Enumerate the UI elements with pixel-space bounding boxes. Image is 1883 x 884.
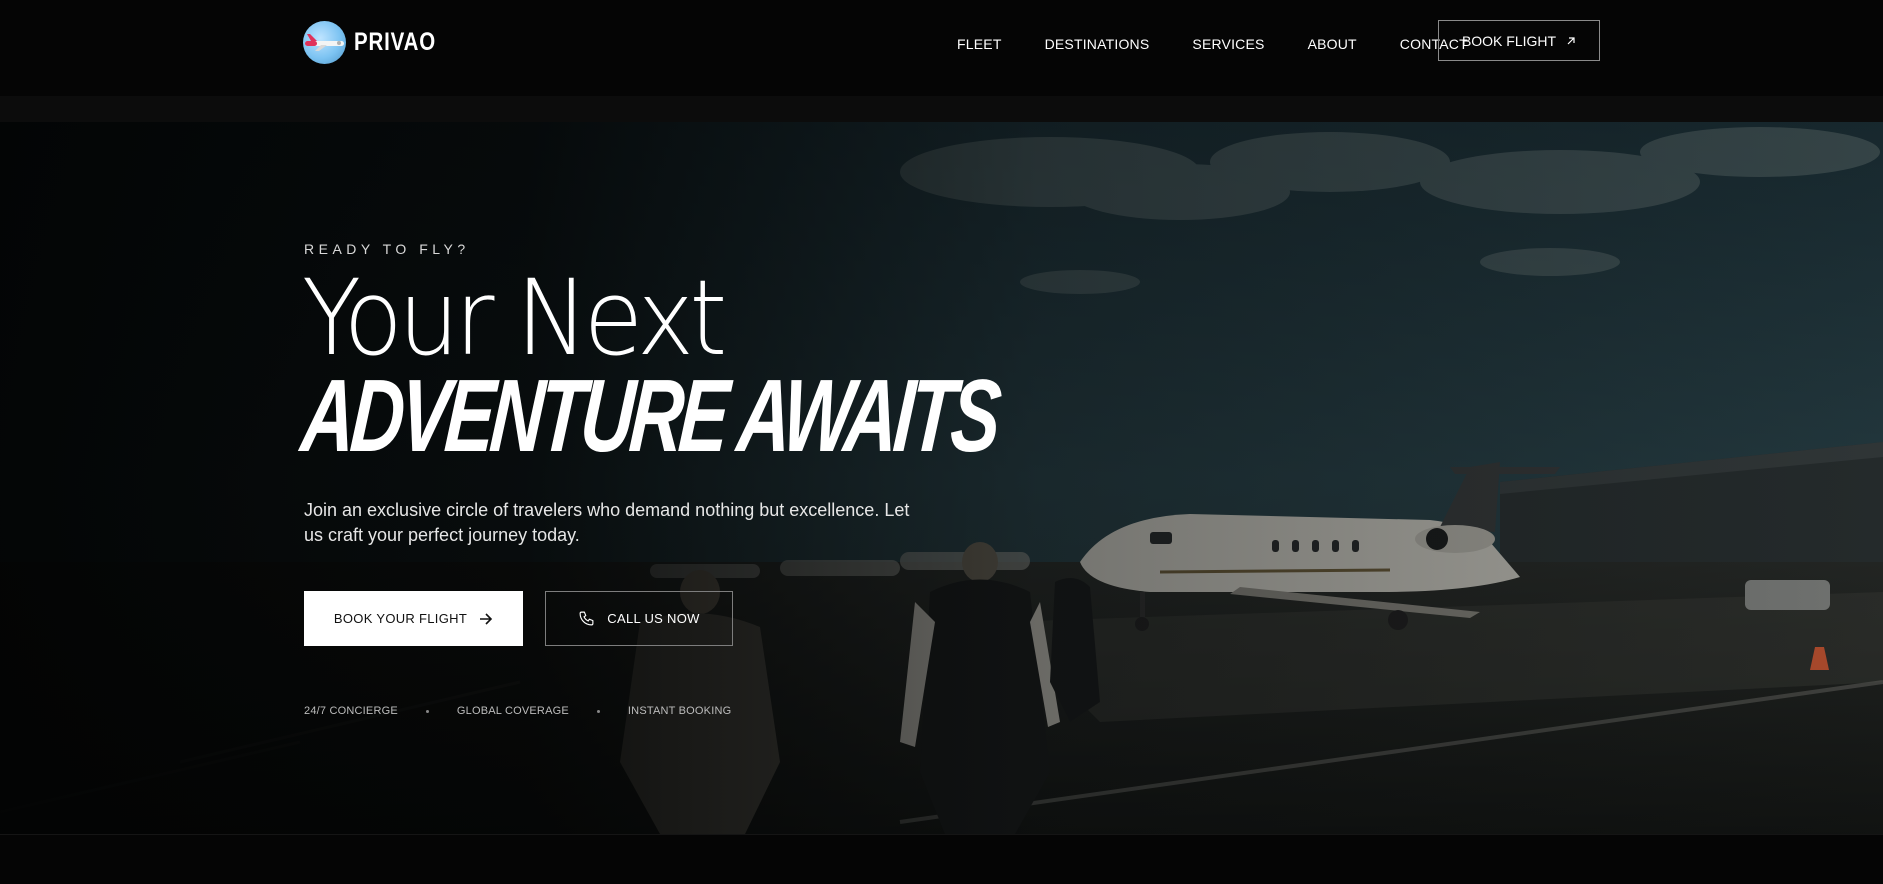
header-divider <box>0 96 1883 122</box>
nav-fleet[interactable]: FLEET <box>957 36 1002 52</box>
site-header: PRIVAO FLEET DESTINATIONS SERVICES ABOUT… <box>0 0 1883 96</box>
feature-instant-booking: INSTANT BOOKING <box>627 705 732 717</box>
main-menu: FLEET DESTINATIONS SERVICES ABOUT CONTAC… <box>957 36 1511 52</box>
feature-global-coverage: GLOBAL COVERAGE <box>456 705 569 717</box>
call-us-now-button[interactable]: CALL US NOW <box>545 591 733 646</box>
arrow-up-right-icon <box>1567 36 1575 44</box>
nav-services[interactable]: SERVICES <box>1192 36 1264 52</box>
book-your-flight-label: BOOK YOUR FLIGHT <box>333 611 468 626</box>
call-us-now-label: CALL US NOW <box>607 611 700 626</box>
phone-icon <box>579 611 594 626</box>
separator-dot <box>425 709 429 713</box>
hero-title-line1: Your Next <box>302 257 727 379</box>
brand-name: PRIVAO <box>354 28 436 56</box>
nav-destinations[interactable]: DESTINATIONS <box>1045 36 1150 52</box>
hero-description: Join an exclusive circle of travelers wh… <box>304 500 910 545</box>
feature-concierge: 24/7 CONCIERGE <box>304 705 398 717</box>
separator-dot <box>596 709 600 713</box>
feature-list: 24/7 CONCIERGE GLOBAL COVERAGE INSTANT B… <box>304 705 731 717</box>
hero-overlay <box>0 122 1883 834</box>
nav-about[interactable]: ABOUT <box>1308 36 1357 52</box>
jet-logo-icon <box>303 21 346 64</box>
book-flight-label: BOOK FLIGHT <box>1461 32 1557 49</box>
hero-section <box>0 122 1883 834</box>
book-your-flight-button[interactable]: BOOK YOUR FLIGHT <box>304 591 523 646</box>
page-bottom-band <box>0 834 1883 884</box>
hero-eyebrow: READY TO FLY? <box>304 241 470 257</box>
book-flight-button[interactable]: BOOK FLIGHT <box>1438 20 1600 61</box>
arrow-right-icon <box>480 612 493 625</box>
hero-title-line2: ADVENTURE AWAITS <box>297 358 1001 473</box>
brand-logo[interactable]: PRIVAO <box>303 21 454 64</box>
